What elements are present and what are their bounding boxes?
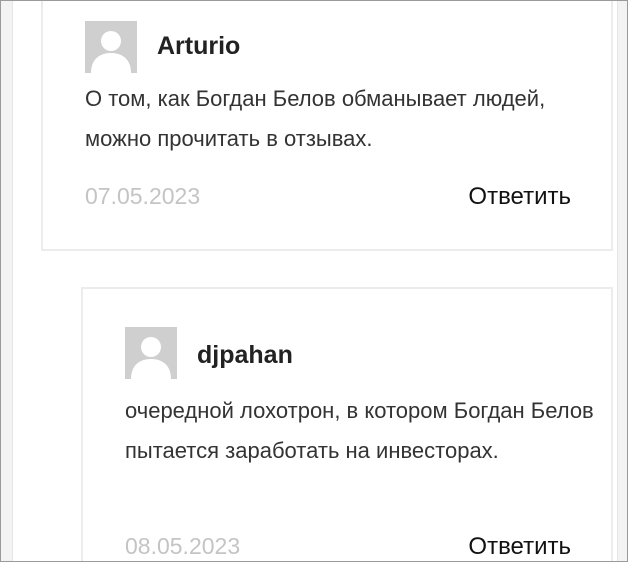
reply-comment-card: djpahan очередной лохотрон, в котором Бо… <box>81 287 613 561</box>
comments-page: Arturio О том, как Богдан Белов обманыва… <box>12 1 618 561</box>
comment-author: Arturio <box>157 32 241 60</box>
comment-date: 08.05.2023 <box>125 533 241 559</box>
reply-button[interactable]: Ответить <box>468 183 571 211</box>
default-user-avatar-icon <box>85 21 137 73</box>
comment-text: очередной лохотрон, в котором Богдан Бел… <box>125 398 594 463</box>
default-user-avatar-icon <box>125 327 177 379</box>
comment-text: О том, как Богдан Белов обманывает людей… <box>85 86 546 151</box>
screenshot-frame: Arturio О том, как Богдан Белов обманыва… <box>0 0 628 562</box>
comment-author: djpahan <box>197 341 293 369</box>
comment-date: 07.05.2023 <box>85 183 201 209</box>
comment-card: Arturio О том, как Богдан Белов обманыва… <box>41 1 613 251</box>
reply-button[interactable]: Ответить <box>468 533 571 561</box>
